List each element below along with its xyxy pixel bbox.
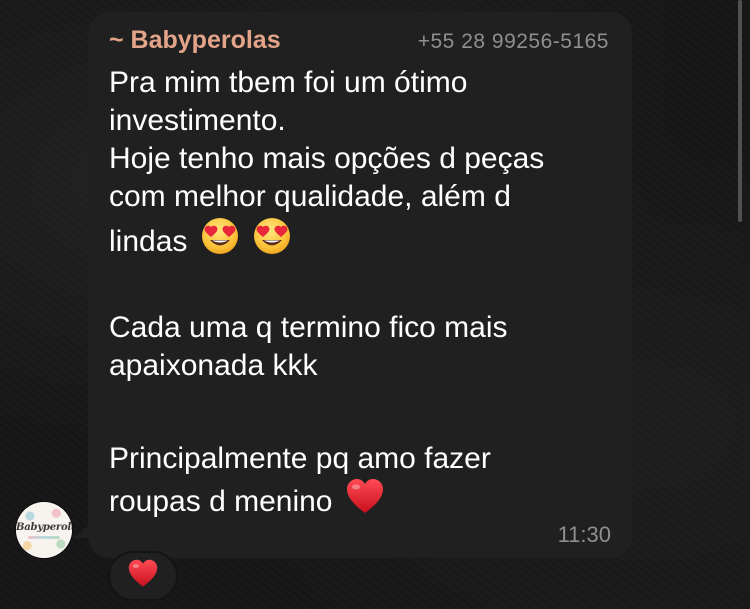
message-line: lindas — [109, 225, 188, 258]
red-heart-icon — [127, 559, 159, 594]
avatar-logo-ribbon — [28, 536, 60, 539]
scrollbar[interactable] — [738, 0, 742, 222]
message-timestamp: 11:30 — [557, 522, 611, 547]
message-line-with-emoji: lindas — [109, 216, 619, 258]
message-line: Hoje tenho mais opções d peças — [109, 142, 545, 175]
heart-eyes-emoji-icon — [252, 216, 292, 256]
message-line: roupas d menino — [109, 485, 333, 518]
sender-name[interactable]: ~ Babyperolas — [109, 26, 281, 55]
heart-eyes-emoji-icon — [200, 216, 240, 256]
message-line: Pra mim tbem foi um ótimo — [109, 66, 468, 99]
sender-phone[interactable]: +55 28 99256-5165 — [418, 30, 609, 54]
reaction-pill[interactable] — [108, 551, 178, 601]
message-line: Principalmente pq amo fazer — [109, 442, 491, 475]
avatar-logo-text: Babyperolas — [16, 522, 72, 533]
red-heart-emoji-icon — [345, 478, 385, 516]
sender-avatar[interactable]: Babyperolas — [16, 502, 72, 558]
message-text: Pra mim tbem foi um ótimo investimento. … — [109, 64, 619, 518]
message-line: investimento. — [109, 104, 286, 137]
message-line: com melhor qualidade, além d — [109, 180, 511, 213]
message-line: Cada uma q termino fico mais — [109, 311, 508, 344]
message-line-with-emoji: roupas d menino — [109, 478, 619, 518]
message-line: apaixonada kkk — [109, 349, 318, 382]
